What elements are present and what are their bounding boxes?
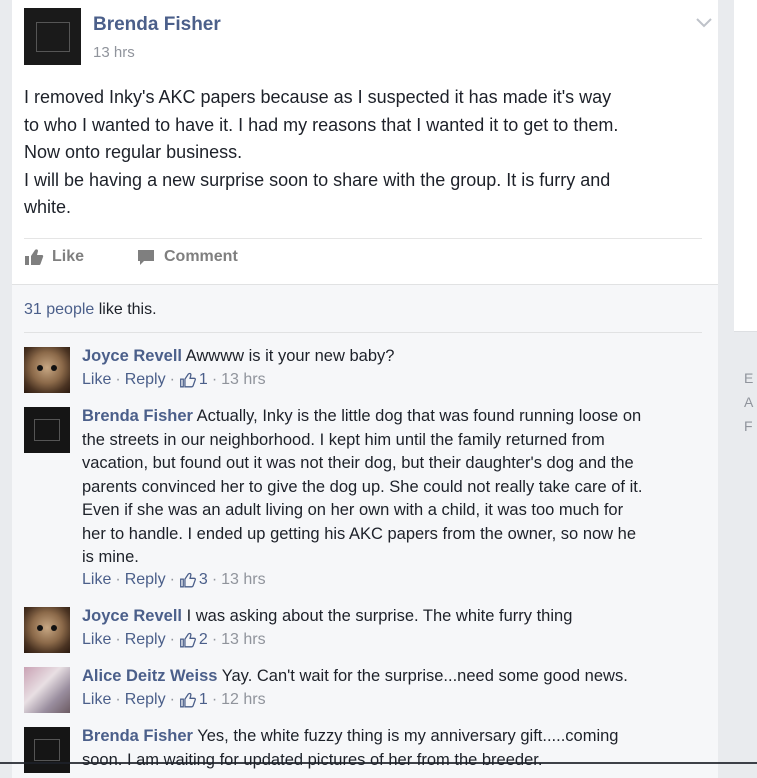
like-count-icon[interactable]	[179, 632, 196, 648]
comment-reply-link[interactable]: Reply	[125, 371, 166, 389]
post-timestamp[interactable]: 13 hrs	[93, 44, 135, 61]
comment-button[interactable]: Comment	[136, 248, 718, 266]
comment-meta: Like · Reply · 2 · 13 hrs	[82, 631, 266, 649]
comment-timestamp[interactable]: 13 hrs	[221, 631, 265, 649]
sidebar-letter: F	[744, 418, 753, 434]
right-sidebar-text: E A F	[744, 366, 753, 438]
like-count-icon[interactable]	[179, 572, 196, 588]
like-count-icon[interactable]	[179, 372, 196, 388]
comment-text: Brenda Fisher Yes, the white fuzzy thing…	[82, 727, 619, 769]
comment-like-count[interactable]: 2	[199, 631, 208, 649]
comment-like-count[interactable]: 3	[199, 571, 208, 589]
comment-meta: Like · Reply · 3 · 13 hrs	[82, 571, 266, 589]
like-count-icon[interactable]	[179, 692, 196, 708]
comment-reply-link[interactable]: Reply	[125, 571, 166, 589]
divider	[24, 238, 702, 239]
commenter-avatar[interactable]	[24, 347, 70, 393]
comment-reply-link[interactable]: Reply	[125, 691, 166, 709]
comment-text: Joyce Revell Awwww is it your new baby?	[82, 347, 395, 365]
comment-icon	[138, 250, 154, 265]
commenter-name[interactable]: Brenda Fisher	[82, 407, 193, 425]
chevron-down-icon[interactable]	[694, 16, 714, 30]
divider	[0, 762, 757, 764]
author-name[interactable]: Brenda Fisher	[93, 14, 221, 36]
comment-reply-link[interactable]: Reply	[125, 631, 166, 649]
sidebar-letter: A	[744, 394, 754, 410]
post-card: Brenda Fisher 13 hrs I removed Inky's AK…	[12, 0, 718, 778]
right-sidebar-panel	[734, 0, 757, 332]
likes-summary: 31 people like this.	[24, 301, 157, 318]
commenter-name[interactable]: Brenda Fisher	[82, 727, 193, 745]
comment-like-count[interactable]: 1	[199, 371, 208, 389]
comment-meta: Like · Reply · 1 · 13 hrs	[82, 371, 266, 389]
author-avatar[interactable]	[24, 8, 81, 65]
comment-like-link[interactable]: Like	[82, 571, 111, 589]
like-label: Like	[52, 248, 85, 265]
divider	[24, 332, 702, 333]
comment-label: Comment	[164, 248, 238, 265]
commenter-avatar[interactable]	[24, 607, 70, 653]
post-text: I removed Inky's AKC papers because as I…	[24, 87, 619, 217]
commenter-avatar[interactable]	[24, 727, 70, 773]
comment-timestamp[interactable]: 13 hrs	[221, 571, 265, 589]
comment-like-link[interactable]: Like	[82, 691, 111, 709]
comment-like-count[interactable]: 1	[199, 691, 208, 709]
comments-section: 31 people like this. Joyce Revell Awwww …	[12, 284, 718, 778]
thumbs-up-icon	[25, 249, 44, 265]
sidebar-letter: E	[744, 370, 754, 386]
comment-timestamp[interactable]: 12 hrs	[221, 691, 265, 709]
comment-timestamp[interactable]: 13 hrs	[221, 371, 265, 389]
commenter-name[interactable]: Joyce Revell	[82, 607, 182, 625]
comment-like-link[interactable]: Like	[82, 631, 111, 649]
comment-text: Brenda Fisher Actually, Inky is the litt…	[82, 407, 643, 566]
commenter-name[interactable]: Alice Deitz Weiss	[82, 667, 217, 685]
commenter-avatar[interactable]	[24, 407, 70, 453]
comment-like-link[interactable]: Like	[82, 371, 111, 389]
commenter-avatar[interactable]	[24, 667, 70, 713]
commenter-name[interactable]: Joyce Revell	[82, 347, 182, 365]
comment-text: Joyce Revell I was asking about the surp…	[82, 607, 573, 625]
likes-count-link[interactable]: 31 people	[24, 301, 94, 318]
like-button[interactable]: Like	[24, 248, 84, 266]
comment-text: Alice Deitz Weiss Yay. Can't wait for th…	[82, 667, 628, 685]
comment-meta: Like · Reply · 1 · 12 hrs	[82, 691, 266, 709]
